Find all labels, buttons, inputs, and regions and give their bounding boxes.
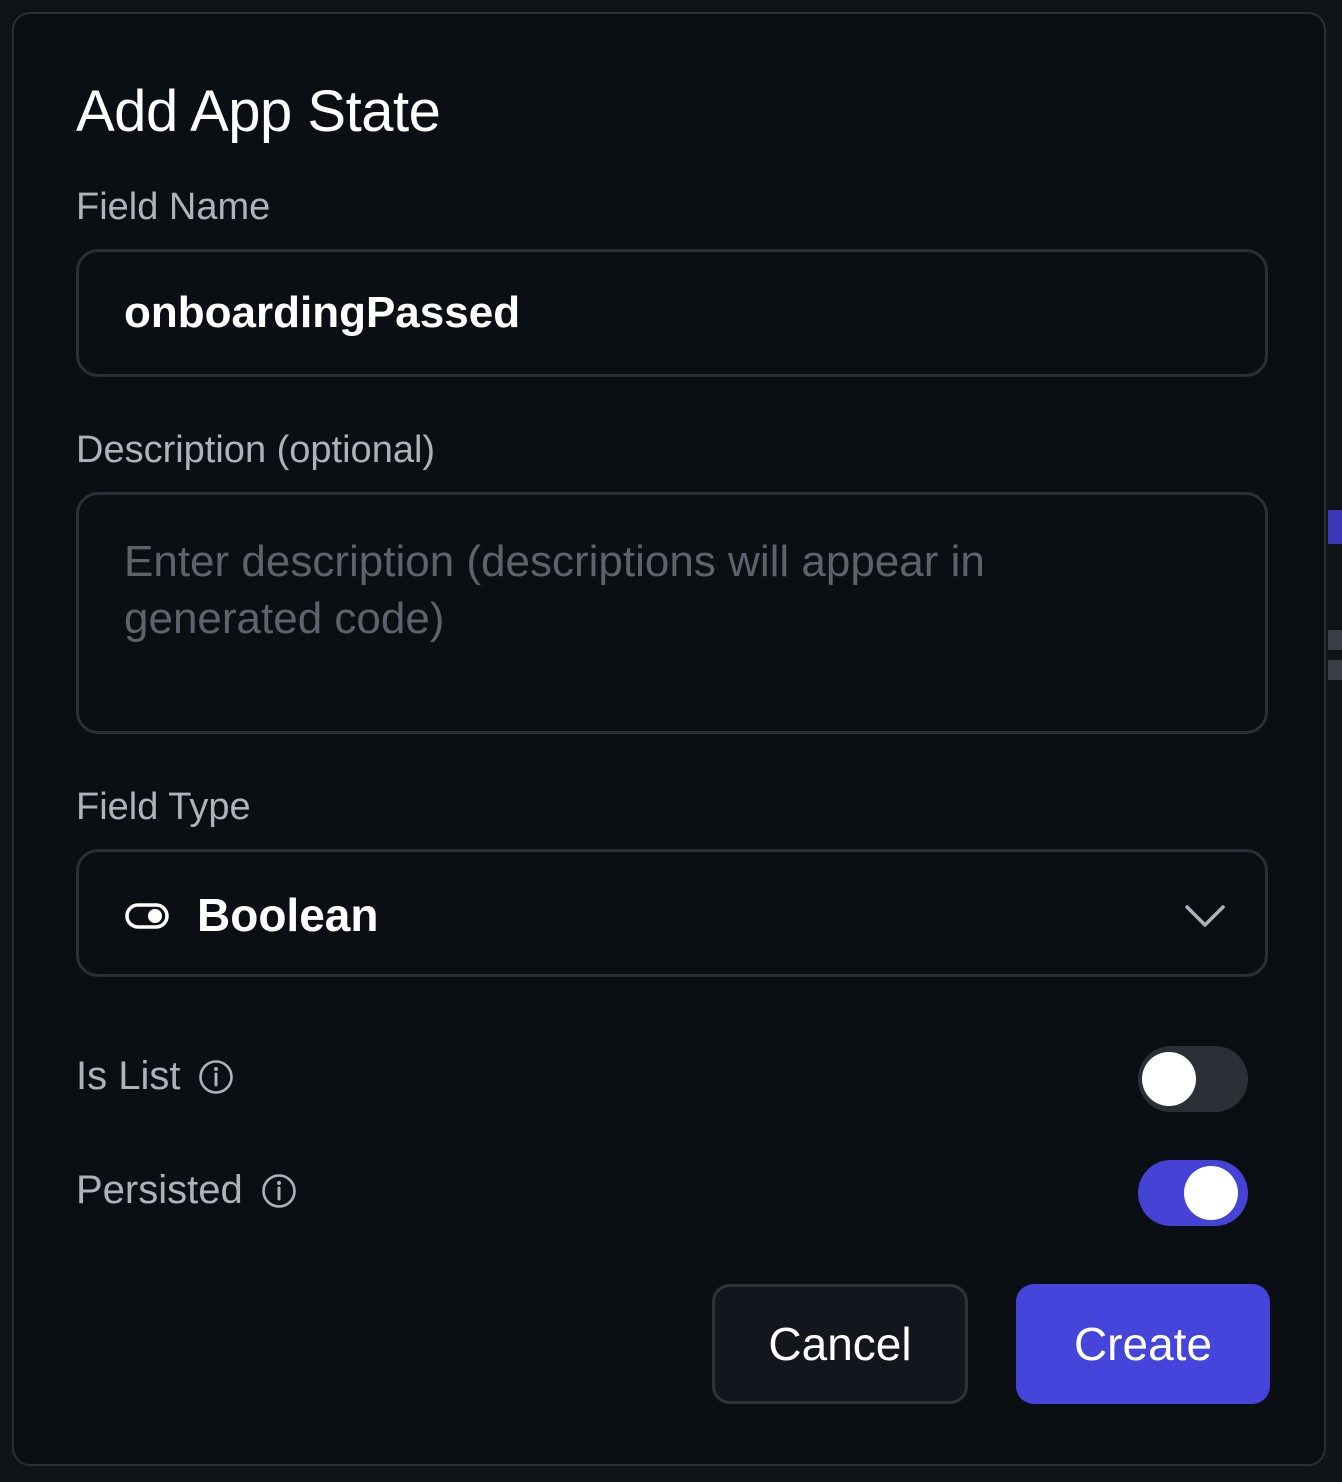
cancel-button[interactable]: Cancel [712,1284,968,1404]
field-name-label: Field Name [76,186,271,228]
description-textarea[interactable]: Enter description (descriptions will app… [76,492,1268,734]
field-type-label: Field Type [76,786,251,828]
dialog-title: Add App State [76,79,441,144]
field-name-input[interactable]: onboardingPassed [76,249,1268,377]
toggle-knob [1184,1166,1238,1220]
field-type-select[interactable]: Boolean [76,849,1268,977]
backdrop-panel [1328,630,1342,650]
persisted-label: Persisted [76,1168,243,1212]
backdrop-panel [1328,660,1342,680]
persisted-toggle[interactable] [1138,1160,1248,1226]
field-type-value: Boolean [197,889,379,941]
add-app-state-dialog: Add App State Field Name onboardingPasse… [12,12,1326,1466]
toggle-knob [1142,1052,1196,1106]
is-list-toggle[interactable] [1138,1046,1248,1112]
info-icon[interactable] [261,1173,297,1209]
toggle-icon [125,903,169,929]
backdrop-panel [1328,510,1342,544]
create-button[interactable]: Create [1016,1284,1270,1404]
description-label: Description (optional) [76,429,436,471]
chevron-down-icon[interactable] [1181,892,1229,940]
is-list-label: Is List [76,1054,181,1098]
field-name-value[interactable]: onboardingPassed [124,288,520,338]
persisted-row: Persisted [76,1168,297,1213]
is-list-row: Is List [76,1054,234,1099]
description-placeholder: Enter description (descriptions will app… [124,537,985,643]
info-icon[interactable] [198,1059,234,1095]
